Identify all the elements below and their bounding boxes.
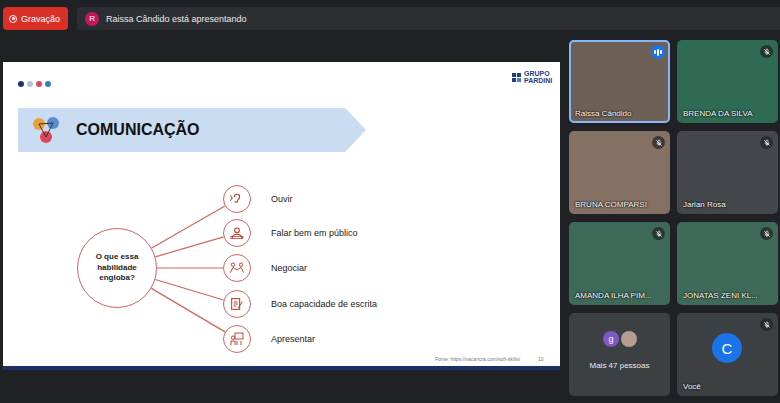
mic-off-icon [652,136,665,149]
speaking-indicator-icon [651,45,665,59]
mic-off-icon [760,318,773,331]
participant-grid: Raissa Cândido BRENDA DA SILVA BRUNA COMPA… [569,40,778,396]
participant-tile[interactable]: Jarlan Rosa [677,131,778,214]
hub-circle: O que essa habilidade engloba? [77,228,157,308]
skill-node [223,325,251,353]
recording-badge[interactable]: Gravação [3,7,68,30]
ear-icon [229,191,245,207]
level-bar [660,50,662,54]
skill-label: Negociar [271,262,307,274]
participant-avatar: g [603,331,619,347]
presenter-bar: R Raissa Cândido está apresentando [77,7,780,30]
mic-off-glyph-icon [763,321,771,329]
recording-label: Gravação [21,14,60,24]
more-label: Mais 47 pessoas [569,361,670,370]
avatar-stack: g [603,331,637,347]
writing-icon [229,296,245,312]
participant-tile[interactable]: AMANDA ILHA PIM... [569,222,670,305]
slide: GRUPO PARDINI COMUNICAÇÃO O que essa habil… [3,62,560,370]
participant-tile[interactable]: JONATAS ZENI KL... [677,222,778,305]
connector-line [152,206,225,248]
source-note: Fonte: https://vacancra.com/soft-skills/ [435,356,520,362]
skill-label: Boa capacidade de escrita [271,298,377,310]
meeting-area: GRUPO PARDINI COMUNICAÇÃO O que essa habil… [0,40,780,396]
self-label: Você [683,382,774,391]
mic-off-icon [760,45,773,58]
skill-node [223,254,251,282]
presenter-avatar: R [85,12,99,26]
slide-dot [18,81,24,87]
connector-line [155,237,223,257]
participant-tile[interactable]: Raissa Cândido [569,40,670,123]
participant-tile[interactable]: BRUNA COMPARSI [569,131,670,214]
self-tile[interactable]: C Você [677,313,778,396]
participant-photo [621,331,637,347]
page-number: 10 [538,356,544,362]
level-bar [654,50,656,54]
company-logo: GRUPO PARDINI [512,70,554,85]
mic-off-glyph-icon [655,230,663,238]
slide-footer-bar [3,366,560,370]
mic-off-glyph-icon [763,139,771,147]
self-avatar: C [712,333,742,363]
handshake-icon [229,260,245,276]
skill-node [223,219,251,247]
connector-line [151,288,225,332]
slide-title: COMUNICAÇÃO [76,121,200,139]
title-banner: COMUNICAÇÃO [18,108,366,152]
presenter-text: Raissa Cândido está apresentando [106,14,247,24]
presentation-area: GRUPO PARDINI COMUNICAÇÃO O que essa habil… [3,40,560,396]
skill-label: Ouvir [271,193,293,205]
top-bar: Gravação R Raissa Cândido está apresentan… [0,0,780,30]
logo-text: GRUPO PARDINI [524,70,554,85]
mic-off-icon [760,227,773,240]
participant-tile[interactable]: BRENDA DA SILVA [677,40,778,123]
slide-dot [45,81,51,87]
mic-off-glyph-icon [763,48,771,56]
communication-icon [28,112,64,148]
record-icon [9,15,17,23]
level-bar [657,49,659,56]
participant-name: AMANDA ILHA PIM... [575,291,666,300]
slide-dots [18,81,51,87]
mic-off-icon [652,227,665,240]
skill-label: Falar bem em público [271,227,358,239]
mic-off-icon [760,136,773,149]
skill-node [223,185,251,213]
slide-dot [27,81,33,87]
hub-text: O que essa habilidade engloba? [84,252,150,283]
connector-line [157,267,223,268]
more-participants-tile[interactable]: g Mais 47 pessoas [569,313,670,396]
participant-name: Jarlan Rosa [683,200,774,209]
speaker-icon [229,225,245,241]
skill-label: Apresentar [271,333,315,345]
skill-node [223,290,251,318]
presenter-icon [229,331,245,347]
logo-icon [512,73,521,82]
mic-off-glyph-icon [763,230,771,238]
participant-name: BRENDA DA SILVA [683,109,774,118]
connector-lines [3,62,560,370]
participant-name: JONATAS ZENI KL... [683,291,774,300]
mic-off-glyph-icon [655,139,663,147]
participant-name: Raissa Cândido [575,109,666,118]
participant-name: BRUNA COMPARSI [575,200,666,209]
slide-dot [36,81,42,87]
